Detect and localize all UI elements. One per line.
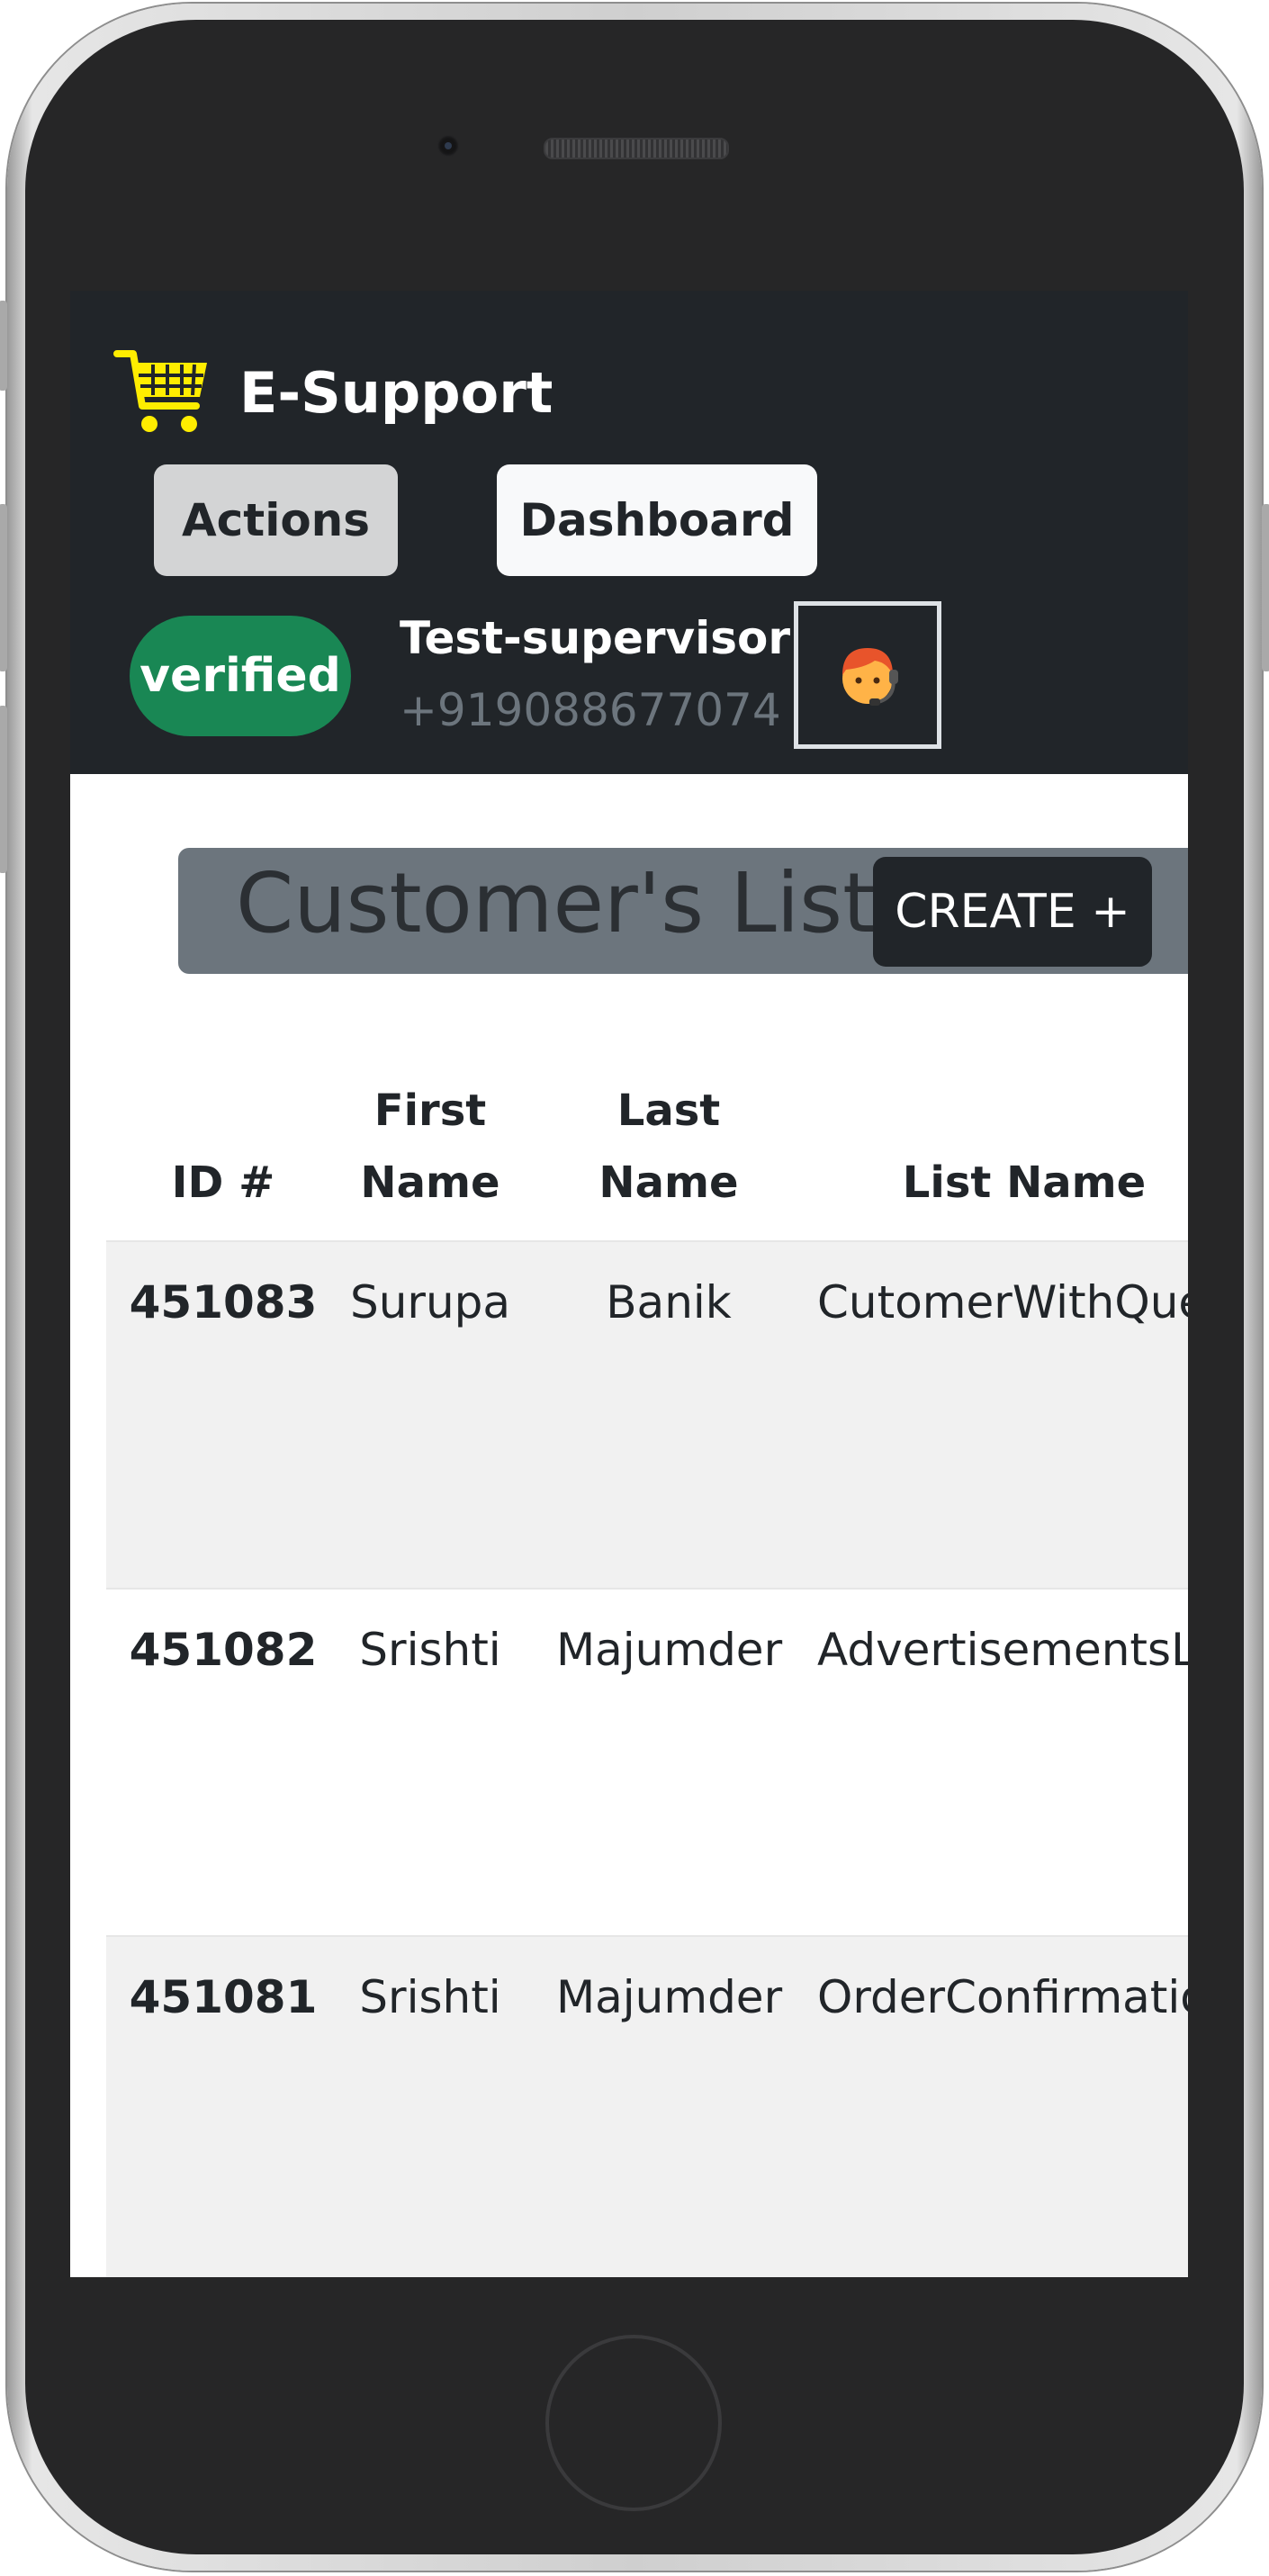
table-row[interactable]: 451082 Srishti Majumder AdvertisementsL: [106, 1590, 1188, 1937]
cell-id: 451081: [129, 1971, 318, 2023]
support-agent-icon: [842, 648, 898, 706]
cell-list-name: AdvertisementsL: [817, 1624, 1188, 1676]
table-row[interactable]: 451083 Surupa Banik CutomerWithQue: [106, 1242, 1188, 1590]
mute-switch: [0, 301, 7, 391]
user-name: Test-supervisor: [400, 612, 791, 664]
earpiece-speaker: [544, 138, 729, 159]
page-header: Customer's List CREATE +: [178, 848, 1188, 974]
shopping-cart-icon: [113, 350, 207, 432]
cell-first-name: Srishti: [359, 1971, 501, 2023]
cell-last-name: Banik: [606, 1276, 732, 1329]
home-button[interactable]: [545, 2335, 722, 2511]
avatar[interactable]: [794, 601, 941, 749]
dashboard-button[interactable]: Dashboard: [497, 464, 817, 576]
brand[interactable]: E-Support: [113, 343, 553, 442]
cell-list-name: OrderConfirmatio: [817, 1971, 1188, 2023]
table-row[interactable]: 451081 Srishti Majumder OrderConfirmatio: [106, 1937, 1188, 2277]
header-text: Name: [360, 1157, 500, 1208]
cell-last-name: Majumder: [556, 1624, 783, 1676]
header-text: Name: [598, 1157, 739, 1208]
actions-button[interactable]: Actions: [154, 464, 398, 576]
cell-last-name: Majumder: [556, 1971, 783, 2023]
column-header-id: ID #: [171, 1157, 275, 1208]
brand-name: E-Support: [239, 359, 554, 426]
header-text: First: [374, 1085, 487, 1136]
column-header-first-name: First Name: [327, 1075, 534, 1219]
cell-id: 451083: [129, 1276, 318, 1329]
customer-table: ID # First Name Last Name List Name 4510…: [106, 1074, 1188, 2277]
header-text: Last: [616, 1085, 721, 1136]
front-camera: [437, 135, 459, 157]
cell-first-name: Srishti: [359, 1624, 501, 1676]
verified-badge: verified: [130, 616, 351, 736]
volume-up-button: [0, 504, 7, 671]
table-header: ID # First Name Last Name List Name: [106, 1074, 1188, 1242]
navbar: E-Support Actions Dashboard verified Tes…: [70, 291, 1188, 774]
cell-first-name: Surupa: [349, 1276, 511, 1329]
column-header-list-name: List Name: [902, 1157, 1147, 1208]
user-phone: +919088677074: [400, 684, 781, 736]
create-button[interactable]: CREATE +: [873, 857, 1152, 967]
column-header-last-name: Last Name: [556, 1075, 781, 1219]
app-screen: E-Support Actions Dashboard verified Tes…: [70, 291, 1188, 2277]
page-title: Customer's List: [236, 855, 876, 951]
cell-list-name: CutomerWithQue: [817, 1276, 1188, 1329]
volume-down-button: [0, 706, 7, 873]
cell-id: 451082: [129, 1624, 318, 1676]
power-button: [1262, 504, 1269, 671]
